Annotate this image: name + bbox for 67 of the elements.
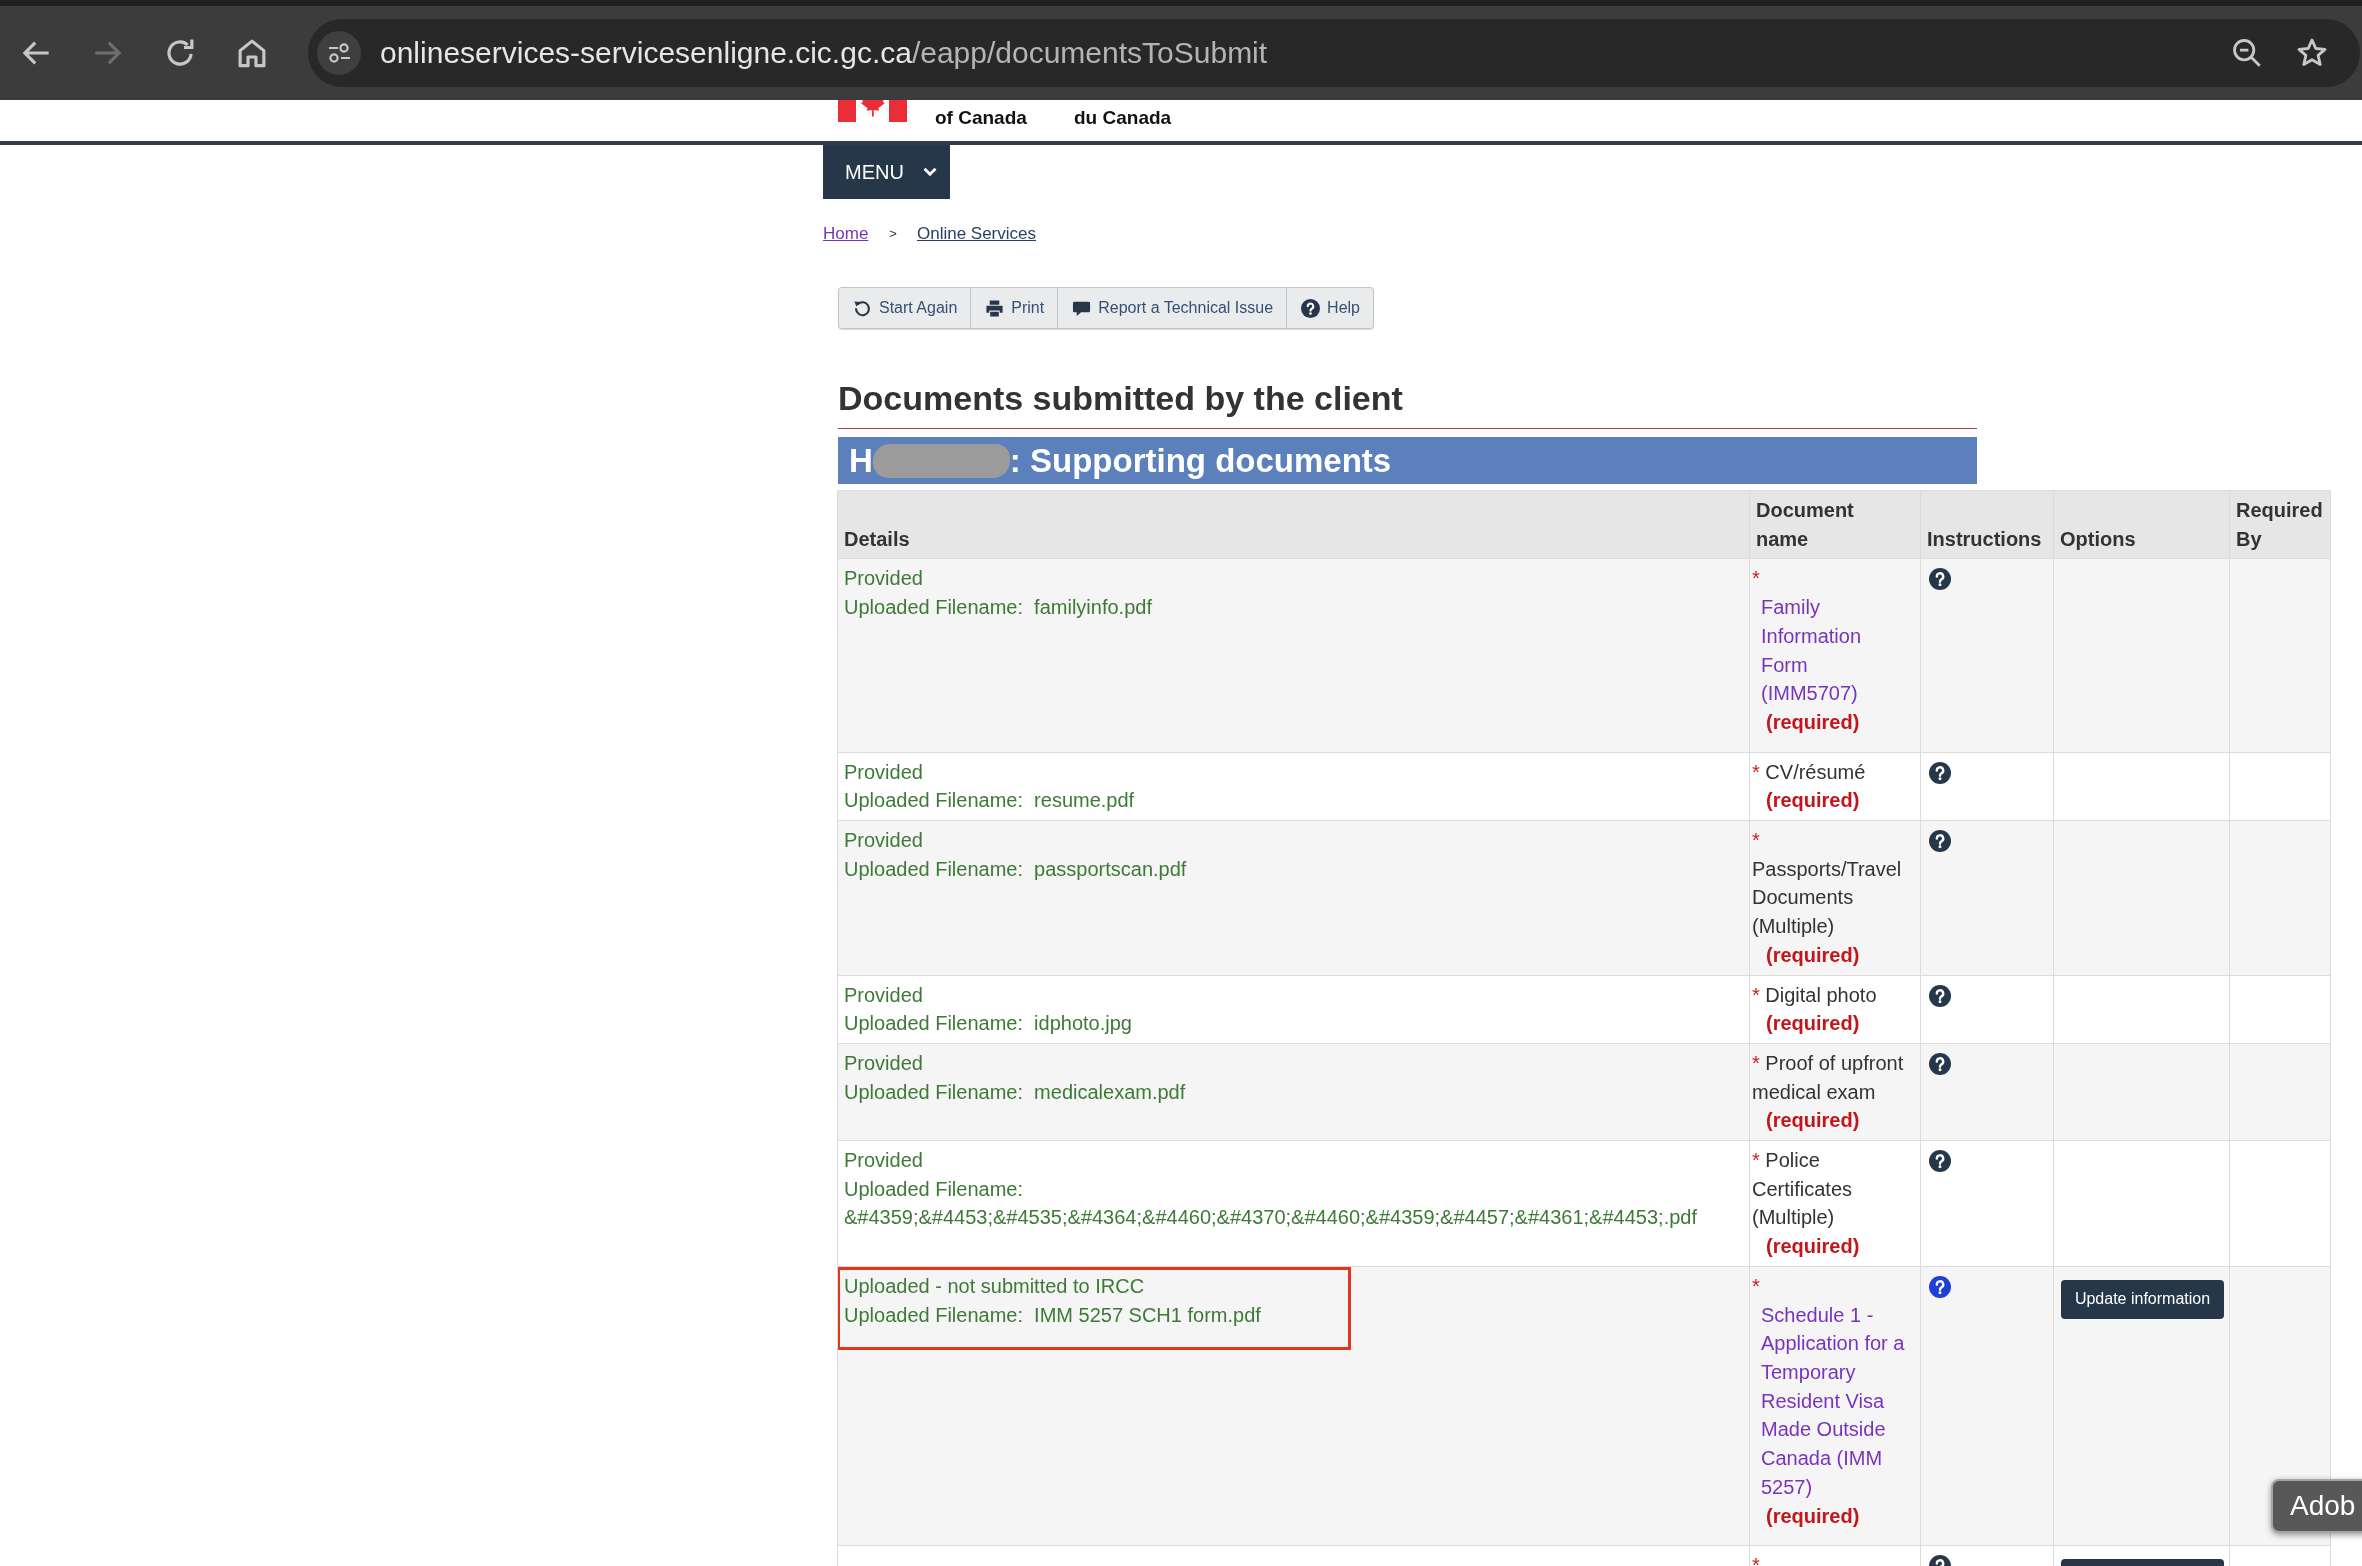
column-header: Instructions xyxy=(1920,490,2054,559)
status-text: Provided xyxy=(844,1148,924,1174)
page-heading: Documents submitted by the client xyxy=(838,378,1403,419)
required-label: (required) xyxy=(1765,1234,1861,1260)
chevron-down-icon xyxy=(922,167,937,177)
required-asterisk: * xyxy=(1752,567,1760,590)
document-name: * Proof of upfront medical exam xyxy=(1752,1050,1905,1105)
help-icon[interactable] xyxy=(1929,761,1951,784)
column-header: Document name xyxy=(1749,490,1921,559)
banner-title: : Supporting documents xyxy=(1009,441,1392,480)
status-text: Uploaded - not submitted to IRCC xyxy=(844,1273,1146,1299)
status-text: Provided xyxy=(844,982,924,1008)
filename-text: Uploaded Filename: &#4359;&#4453;&#4535;&#4364;&#4460;&#4370;&#4460;&#4359;&#4457;&#4361;&#4453;.pdf xyxy=(844,1176,1698,1231)
wordmark-text: of Canada xyxy=(935,107,1028,130)
required-label: (required) xyxy=(1765,1503,1861,1529)
help-icon[interactable] xyxy=(1929,568,1951,591)
filename-text: Uploaded Filename: passportscan.pdf xyxy=(844,856,1188,882)
menu-button[interactable]: MENU xyxy=(823,145,950,199)
help-icon[interactable] xyxy=(1929,1150,1951,1173)
document-name: * Digital photo xyxy=(1752,982,1878,1008)
required-asterisk: * xyxy=(1752,1554,1760,1566)
breadcrumb-separator: > xyxy=(889,225,897,243)
sliders-icon[interactable] xyxy=(317,31,361,75)
banner-title-start: H xyxy=(849,441,873,480)
printer-icon xyxy=(985,298,1005,318)
address-bar[interactable]: onlineservices-servicesenligne.cic.gc.ca/eapp/documentsToSubmit xyxy=(308,19,2360,87)
update-button[interactable]: Update information xyxy=(2061,1279,2224,1319)
document-name: * CV/résumé xyxy=(1752,759,1867,785)
breadcrumb-link[interactable]: Home xyxy=(823,222,869,246)
filename-text: Uploaded Filename: medicalexam.pdf xyxy=(844,1079,1187,1105)
url-text: onlineservices-servicesenligne.cic.gc.ca/eapp/documentsToSubmit xyxy=(380,36,1269,70)
wordmark-text: du Canada xyxy=(1074,107,1172,130)
column-header: Required By xyxy=(2229,490,2331,559)
column-header: Details xyxy=(837,490,1750,559)
filename-text: Uploaded Filename: idphoto.jpg xyxy=(844,1011,1133,1037)
status-text: Provided xyxy=(844,1050,924,1076)
filename-text: Uploaded Filename: IMM 5257 SCH1 form.pdf xyxy=(844,1302,1262,1328)
flag-icon xyxy=(838,100,907,122)
filename-text: Uploaded Filename: familyinfo.pdf xyxy=(844,595,1153,621)
document-link[interactable]: Schedule 1 - Application for a Temporary Resident Visa Made Outside Canada (IMM 5257) xyxy=(1761,1300,1907,1502)
document-name: * Passports/Travel Documents (Multiple) xyxy=(1752,828,1903,940)
required-label: (required) xyxy=(1765,709,1861,735)
toolbar-button[interactable]: Print xyxy=(971,288,1059,328)
status-text: Provided xyxy=(844,566,924,592)
column-header: Options xyxy=(2053,490,2230,559)
help-icon[interactable] xyxy=(1929,1275,1951,1298)
required-label: (required) xyxy=(1765,788,1861,814)
breadcrumb-link[interactable]: Online Services xyxy=(916,222,1036,246)
floating-button[interactable]: Adob xyxy=(2271,1479,2362,1533)
status-text: Provided xyxy=(844,828,924,854)
help-icon[interactable] xyxy=(1929,1052,1951,1075)
required-label: (required) xyxy=(1765,942,1861,968)
filename-text: Uploaded Filename: resume.pdf xyxy=(844,788,1136,814)
status-text: Provided xyxy=(844,759,924,785)
toolbar-button[interactable]: Report a Technical Issue xyxy=(1058,288,1288,328)
required-asterisk: * xyxy=(1752,1274,1760,1297)
toolbar-button[interactable]: Start Again xyxy=(839,288,972,328)
document-name: * Police Certificates (Multiple) xyxy=(1752,1148,1854,1231)
required-label: (required) xyxy=(1765,1011,1861,1037)
required-label: (required) xyxy=(1765,1108,1861,1134)
toolbar-button[interactable]: Help xyxy=(1287,288,1373,328)
circular-arrow-icon xyxy=(853,298,872,318)
document-link[interactable]: Family Information Form (IMM5707) xyxy=(1761,593,1907,708)
help-icon xyxy=(1301,298,1321,318)
help-icon[interactable] xyxy=(1929,830,1951,853)
help-icon[interactable] xyxy=(1929,984,1951,1007)
zoom-out-icon[interactable] xyxy=(2230,36,2264,70)
